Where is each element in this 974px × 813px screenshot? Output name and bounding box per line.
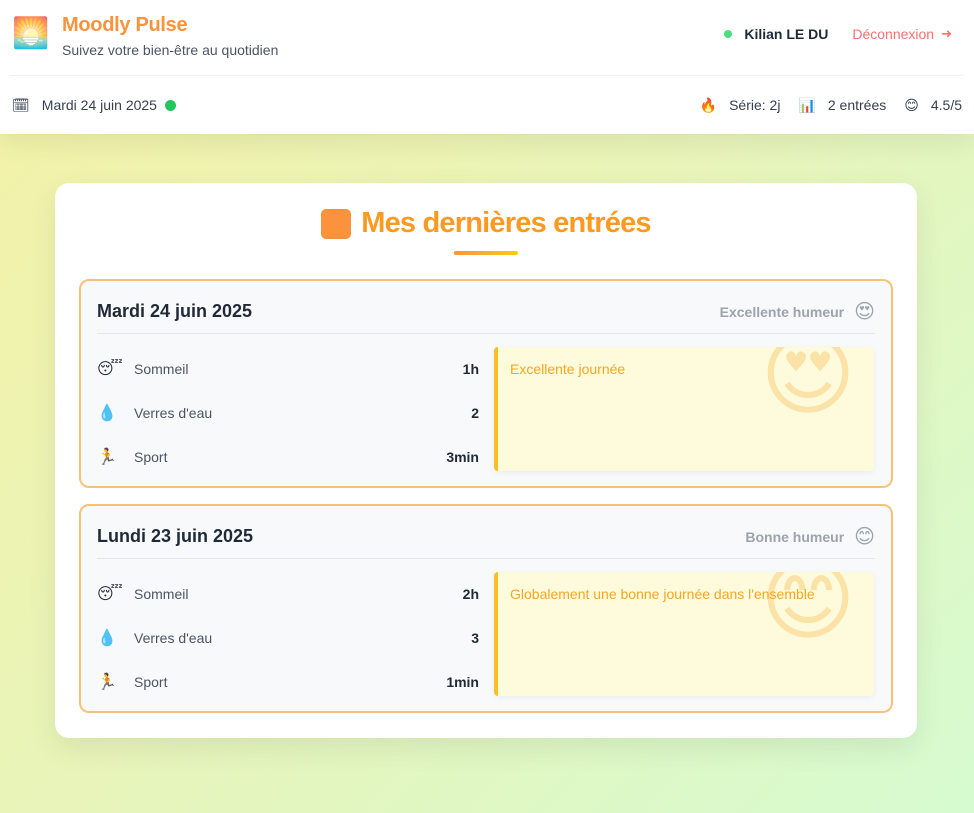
mood-badge: Excellente humeur 😍 — [720, 299, 875, 324]
metric-label: Sommeil — [134, 586, 189, 602]
mood-label: Bonne humeur — [745, 528, 845, 545]
metric-water: 💧 Verres d'eau 2 — [97, 391, 479, 435]
note-text: Excellente journée — [510, 361, 626, 377]
metric-label: Sport — [134, 449, 168, 465]
mood-avg-text: 4.5/5 — [930, 97, 962, 113]
metric-sleep: 😴 Sommeil 2h — [97, 572, 479, 616]
section-title: Mes dernières entrées — [361, 207, 651, 239]
smile-watermark-icon: 😊 — [760, 572, 856, 651]
heart-eyes-watermark-icon: 😍 — [760, 347, 856, 426]
metric-sport: 🏃 Sport 1min — [97, 660, 479, 704]
metric-sleep: 😴 Sommeil 1h — [97, 347, 479, 391]
metric-label: Verres d'eau — [134, 405, 213, 421]
metric-value: 3min — [446, 449, 479, 465]
smile-icon: 😊 — [904, 96, 919, 113]
metric-value: 3 — [471, 630, 479, 646]
entries-stat: 📊 2 entrées — [798, 97, 886, 114]
online-status-icon — [724, 30, 733, 38]
bar-chart-icon: 📊 — [798, 96, 816, 113]
mood-label: Excellente humeur — [719, 303, 845, 320]
app-title: Moodly Pulse — [62, 14, 188, 36]
metric-value: 1min — [446, 674, 479, 690]
entry-card: Mardi 24 juin 2025 Excellente humeur 😍 😴… — [79, 279, 893, 488]
mood-badge: Bonne humeur 😊 — [745, 524, 875, 549]
metric-value: 2 — [471, 405, 479, 421]
user-name: Kilian LE DU — [744, 26, 829, 42]
metric-label: Sport — [134, 674, 168, 690]
entry-note: 😍 Excellente journée — [494, 347, 874, 471]
heart-eyes-icon: 😍 — [854, 301, 875, 323]
metric-label: Verres d'eau — [134, 630, 213, 646]
entry-status-icon — [164, 99, 176, 111]
entry-divider — [97, 558, 875, 559]
section-square-icon — [321, 208, 352, 239]
metric-water: 💧 Verres d'eau 3 — [97, 616, 479, 660]
sleep-icon: 😴 — [97, 586, 123, 603]
metrics-list: 😴 Sommeil 2h 💧 Verres d'eau 3 🏃 Sport 1m… — [97, 572, 479, 704]
current-date: 🗓 Mardi 24 juin 2025 — [12, 97, 176, 114]
app-header: 🌅 Moodly Pulse Suivez votre bien-être au… — [0, 0, 974, 134]
metric-value: 2h — [462, 586, 479, 602]
metric-sport: 🏃 Sport 3min — [97, 435, 479, 479]
user-area: Kilian LE DU Déconnexion ➜ — [724, 26, 952, 42]
water-drop-icon: 💧 — [97, 630, 117, 647]
sleep-icon: 😴 — [97, 361, 123, 378]
entry-date: Mardi 24 juin 2025 — [97, 301, 253, 321]
streak-text: Série: 2j — [729, 97, 781, 113]
entry-header: Mardi 24 juin 2025 Excellente humeur 😍 — [97, 299, 875, 324]
smile-icon: 😊 — [854, 526, 875, 548]
running-icon: 🏃 — [97, 449, 117, 466]
logout-button[interactable]: Déconnexion ➜ — [852, 26, 952, 42]
logout-icon: ➜ — [941, 26, 952, 41]
fire-icon: 🔥 — [699, 96, 718, 113]
calendar-icon: 🗓 — [12, 96, 30, 113]
entries-text: 2 entrées — [827, 97, 887, 113]
entry-divider — [97, 333, 875, 334]
metric-value: 1h — [462, 361, 479, 377]
sunrise-logo-icon: 🌅 — [12, 17, 50, 50]
water-drop-icon: 💧 — [97, 405, 117, 422]
section-heading: Mes dernières entrées — [55, 207, 917, 240]
streak-stat: 🔥 Série: 2j — [700, 97, 781, 114]
entry-card: Lundi 23 juin 2025 Bonne humeur 😊 😴 Somm… — [79, 504, 893, 713]
brand[interactable]: 🌅 Moodly Pulse Suivez votre bien-être au… — [12, 14, 278, 58]
app-tagline: Suivez votre bien-être au quotidien — [62, 42, 279, 58]
stats: 🔥 Série: 2j 📊 2 entrées 😊 4.5/5 — [682, 97, 962, 114]
logout-label: Déconnexion — [852, 26, 935, 42]
current-date-text: Mardi 24 juin 2025 — [41, 97, 157, 113]
header-divider — [10, 75, 964, 76]
entry-date: Lundi 23 juin 2025 — [97, 526, 254, 546]
note-text: Globalement une bonne journée dans l'ens… — [510, 586, 815, 602]
status-bar: 🗓 Mardi 24 juin 2025 🔥 Série: 2j 📊 2 ent… — [12, 94, 962, 116]
entries-card: Mes dernières entrées Mardi 24 juin 2025… — [55, 183, 917, 738]
title-underline — [454, 251, 518, 255]
metrics-list: 😴 Sommeil 1h 💧 Verres d'eau 2 🏃 Sport 3m… — [97, 347, 479, 479]
entry-note: 😊 Globalement une bonne journée dans l'e… — [494, 572, 874, 696]
mood-avg-stat: 😊 4.5/5 — [904, 97, 962, 114]
brand-text: Moodly Pulse Suivez votre bien-être au q… — [62, 14, 278, 58]
running-icon: 🏃 — [97, 674, 117, 691]
entry-header: Lundi 23 juin 2025 Bonne humeur 😊 — [97, 524, 875, 549]
metric-label: Sommeil — [134, 361, 189, 377]
